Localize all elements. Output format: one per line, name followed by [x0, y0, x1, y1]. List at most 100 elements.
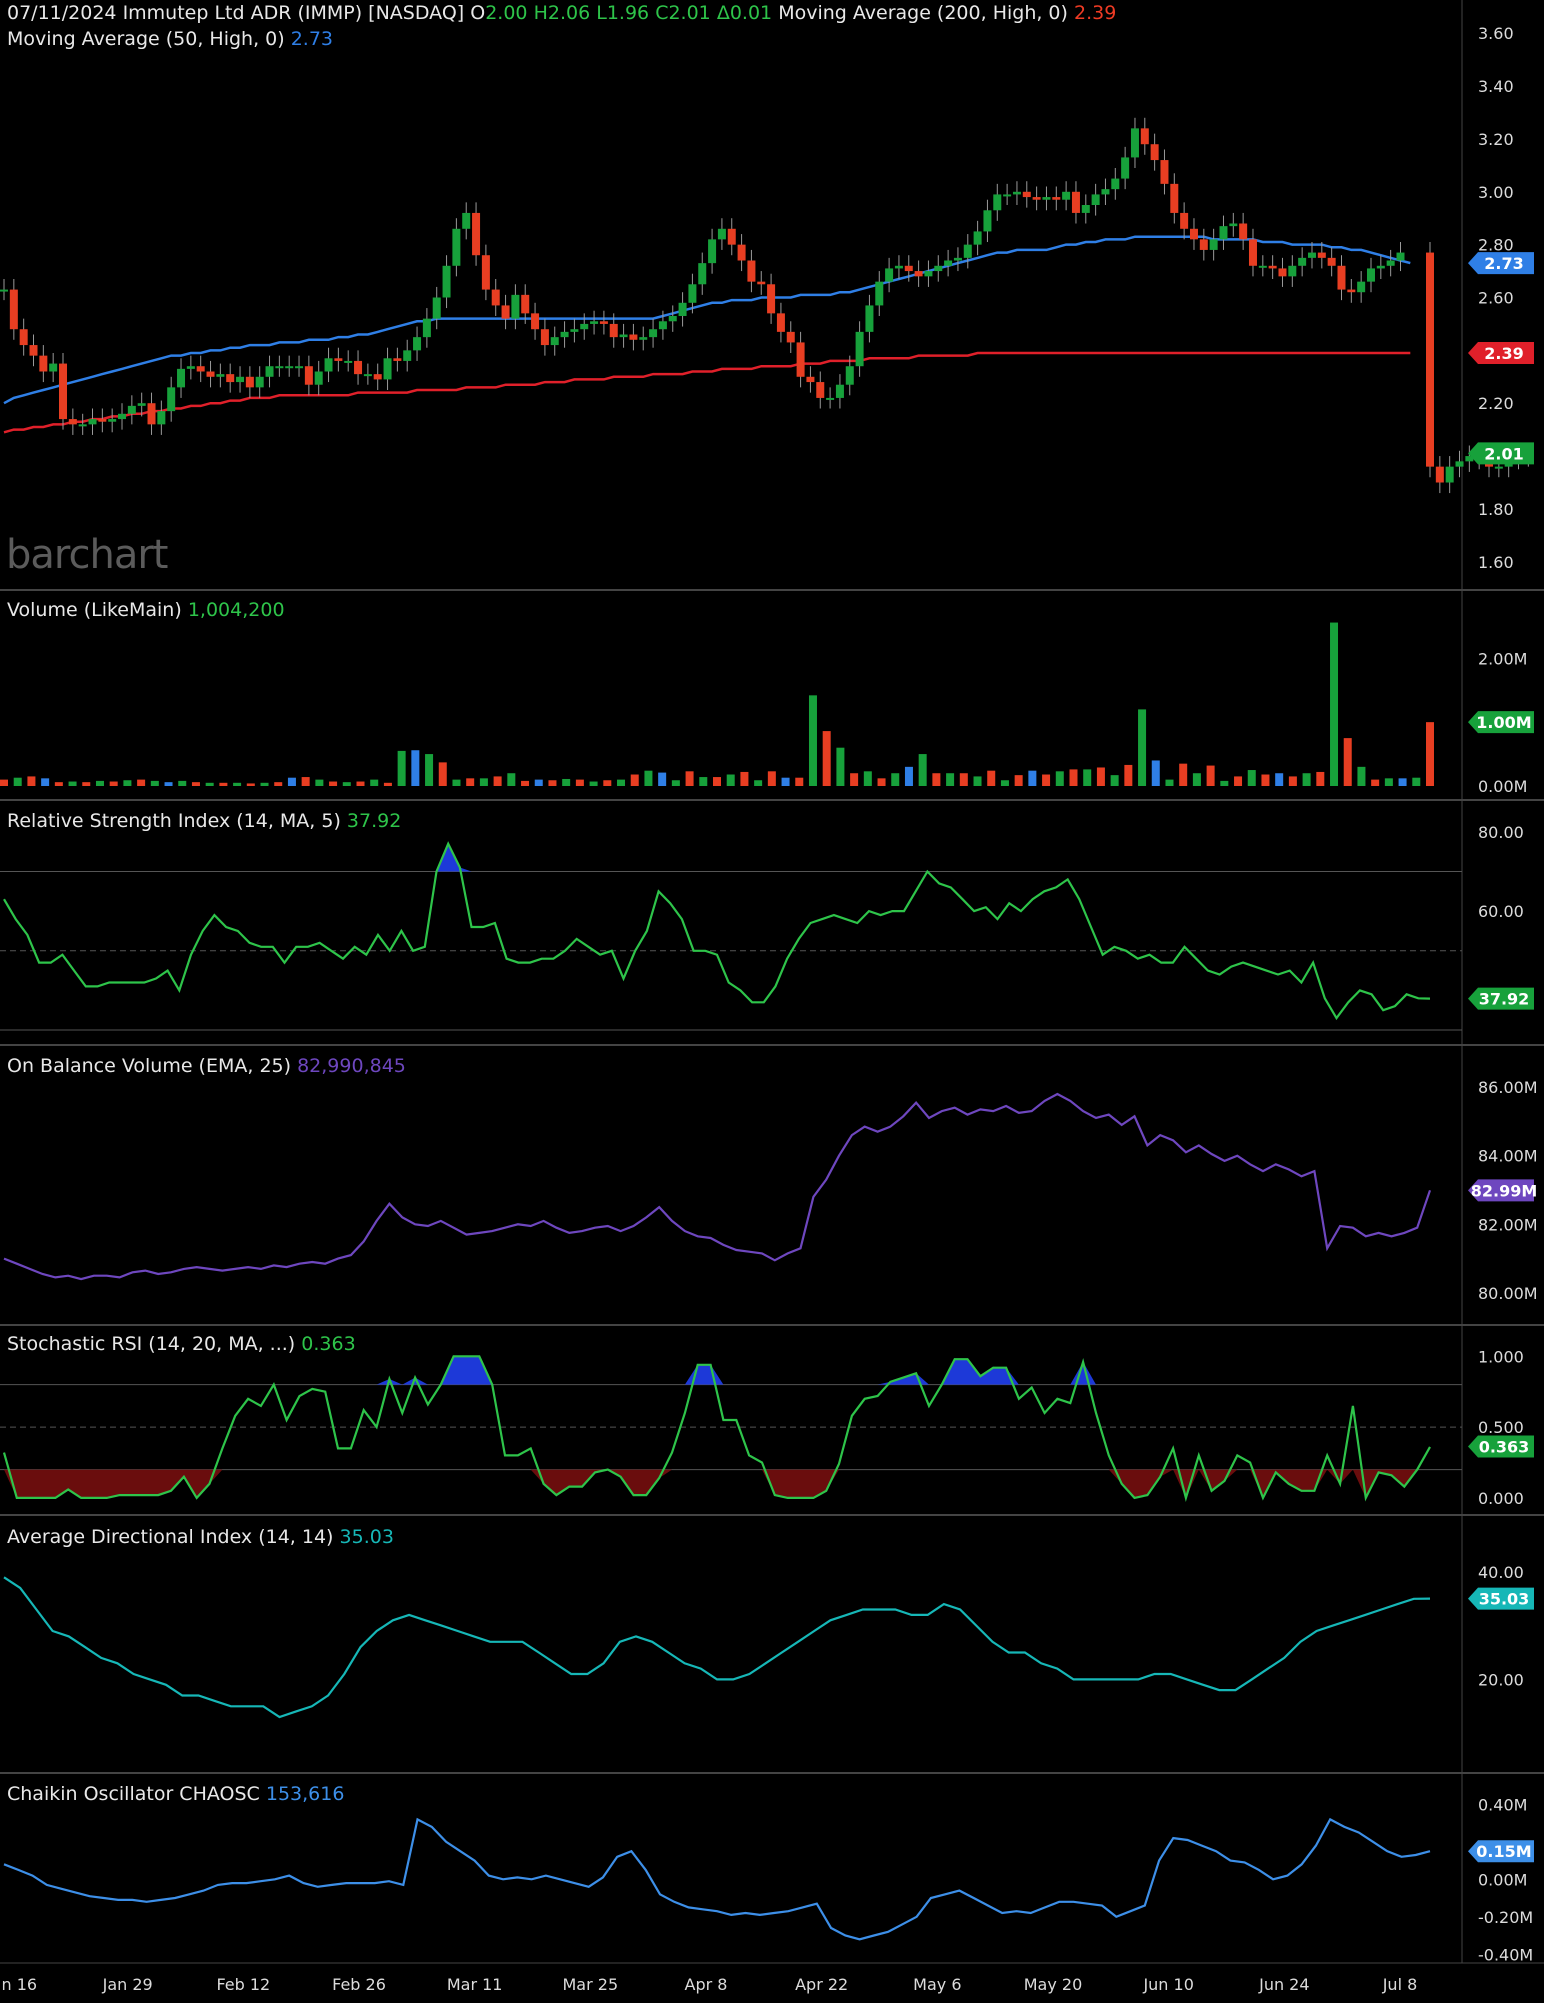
candle-body [1101, 189, 1110, 195]
volume-bar [507, 773, 516, 786]
candle-body [1298, 257, 1307, 266]
volume-bar [1000, 780, 1009, 786]
chaikin-badge-text: 0.15M [1476, 1842, 1531, 1861]
candle-body [285, 366, 294, 369]
candle-body [570, 329, 579, 332]
candle-body [1248, 239, 1257, 266]
volume-bar [946, 773, 955, 786]
volume-bar [891, 773, 900, 786]
candle-body [973, 231, 982, 245]
candle-body [747, 260, 756, 282]
volume-bar [452, 779, 461, 786]
candle-body [245, 376, 254, 388]
volume-bar [1288, 776, 1297, 786]
candle-body [678, 302, 687, 316]
candle-body [1426, 252, 1434, 467]
stochrsi-tick-label: 0.000 [1478, 1489, 1524, 1508]
candle-body [1130, 128, 1139, 158]
candle-body [953, 257, 962, 261]
volume-bar [1316, 771, 1325, 786]
candle-body [226, 374, 235, 383]
volume-bar [1138, 709, 1147, 786]
volume-bar [1275, 773, 1284, 786]
candle-body [1199, 239, 1208, 250]
candle-body [580, 323, 589, 330]
candle-body [422, 318, 431, 338]
candle-body [1170, 183, 1179, 213]
volume-bar [1055, 771, 1064, 786]
ma200-badge-text: 2.39 [1484, 344, 1523, 363]
volume-bar [1083, 769, 1092, 786]
obv-badge: 82.99M [1468, 1179, 1538, 1202]
volume-bar [1179, 763, 1188, 786]
adx-badge: 35.03 [1468, 1587, 1534, 1610]
volume-bar [95, 780, 104, 786]
rsi-overbought-fill [4, 843, 1430, 872]
candle-body [1396, 252, 1405, 261]
time-tick-label: Jun 10 [1142, 1975, 1193, 1994]
volume-bar [1234, 776, 1243, 786]
volume-bar [0, 779, 8, 786]
rsi-line [3, 841, 1431, 1021]
rsi-tick-label: 80.00 [1478, 823, 1524, 842]
volume-bar [356, 781, 365, 786]
candle-body [216, 374, 225, 377]
candle-body [1229, 223, 1238, 227]
candle-body [314, 371, 323, 385]
volume-bar [658, 772, 667, 786]
rsi-badge: 37.92 [1468, 987, 1534, 1010]
candle-body [344, 360, 353, 363]
candle-body [1111, 178, 1120, 190]
candle-body [1052, 197, 1061, 200]
candle-body [550, 337, 559, 346]
candle-body [1376, 265, 1385, 269]
candle-body [462, 212, 471, 229]
candle-body [560, 331, 569, 338]
candle-body [196, 366, 205, 372]
stochrsi-badge: 0.363 [1468, 1435, 1534, 1458]
stochrsi-tick-label: 0.500 [1478, 1418, 1524, 1437]
candle-body [363, 374, 372, 377]
price-tick-label: 1.60 [1478, 553, 1514, 572]
candle-body [934, 265, 943, 272]
candle-body [511, 294, 520, 319]
candle-body [127, 405, 136, 414]
candle-body [108, 419, 117, 422]
candle-body [1288, 265, 1297, 277]
candle-body [1278, 268, 1287, 277]
candle-body [776, 313, 785, 332]
volume-bar [562, 778, 571, 786]
candle-body [1435, 466, 1444, 483]
candle-body [757, 281, 766, 285]
obv-badge-text: 82.99M [1471, 1181, 1538, 1200]
candle-body [255, 376, 264, 388]
volume-bar [1096, 767, 1105, 786]
candle-body [304, 366, 313, 385]
candle-body [1209, 239, 1218, 250]
volume-bar [1371, 779, 1380, 786]
volume-bar [493, 776, 502, 786]
obv-tick-label: 86.00M [1478, 1078, 1538, 1097]
candle-body [49, 363, 58, 372]
volume-bar [617, 779, 626, 786]
volume-badge: 1.00M [1468, 711, 1534, 734]
adx-tick-label: 40.00 [1478, 1563, 1524, 1582]
candle-body [167, 387, 176, 412]
price-tick-label: 3.20 [1478, 130, 1514, 149]
chaikin-tick-label: -0.20M [1478, 1908, 1533, 1927]
volume-bar [54, 782, 63, 786]
candle-body [924, 271, 933, 277]
candle-body [334, 358, 343, 361]
candle-body [1022, 191, 1031, 198]
time-tick-label: Jul 8 [1382, 1975, 1418, 1994]
chart-canvas[interactable]: 3.60 3.40 3.20 3.00 2.80 2.60 2.20 1.80 1.60 2.73… [0, 0, 1544, 2003]
obv-tick-label: 82.00M [1478, 1215, 1538, 1234]
volume-bar [301, 777, 310, 786]
candle-body [88, 419, 97, 425]
candle-body [531, 313, 540, 330]
candle-body [1160, 160, 1169, 184]
candle-body [767, 284, 776, 314]
candle-body [147, 403, 156, 425]
candle-body [413, 337, 422, 351]
volume-bar [438, 762, 447, 786]
